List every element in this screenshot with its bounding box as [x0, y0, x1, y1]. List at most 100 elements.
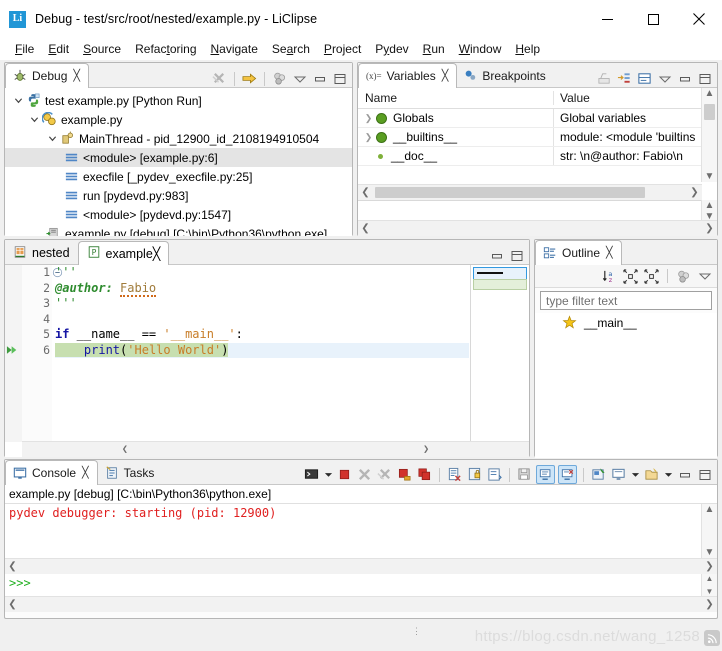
variables-row-partial[interactable]: [358, 166, 702, 185]
scroll-up-icon[interactable]: ▲: [702, 504, 717, 515]
maximize-icon[interactable]: [331, 70, 348, 87]
remove-all-launches-icon[interactable]: [376, 466, 393, 483]
console-input[interactable]: >>>: [5, 574, 702, 596]
maximize-icon[interactable]: [696, 466, 713, 483]
sort-alphabetical-icon[interactable]: a z: [601, 268, 618, 285]
show-detail-pane-icon[interactable]: [636, 70, 653, 87]
detail-vscrollbar[interactable]: ▲ ▼: [701, 200, 717, 222]
show-console-on-output-icon[interactable]: [536, 465, 555, 484]
close-icon[interactable]: ╳: [82, 467, 89, 479]
menu-source[interactable]: Source: [76, 40, 128, 58]
chevron-down-icon[interactable]: [45, 134, 59, 143]
display-selected-console-icon[interactable]: [610, 466, 627, 483]
minimize-icon[interactable]: [311, 70, 328, 87]
scroll-thumb[interactable]: [704, 104, 715, 120]
menu-pydev[interactable]: Pydev: [368, 40, 415, 58]
variables-row[interactable]: __doc__ str: \n@author: Fabio\n: [358, 147, 702, 166]
terminal-icon[interactable]: [303, 466, 320, 483]
tree-row[interactable]: <module> [pydevd.py:1547]: [5, 205, 352, 224]
terminal-dropdown-icon[interactable]: [323, 466, 333, 483]
scroll-up-icon[interactable]: ▲: [702, 574, 717, 583]
close-button[interactable]: [676, 0, 722, 38]
hide-fields-icon[interactable]: [675, 268, 692, 285]
code-text[interactable]: ''' @author: Fabio ''' if __name__ == '_…: [55, 265, 469, 442]
expand-all-icon[interactable]: [643, 268, 660, 285]
menu-edit[interactable]: Edit: [41, 40, 76, 58]
tree-row[interactable]: test example.py [Python Run]: [5, 91, 352, 110]
tree-row-selected[interactable]: <module> [example.py:6]: [5, 148, 352, 167]
console-output[interactable]: pydev debugger: starting (pid: 12900): [5, 504, 702, 558]
debug-stack-tree[interactable]: test example.py [Python Run] example.py: [5, 88, 352, 236]
word-wrap-icon[interactable]: [486, 466, 503, 483]
variables-vscrollbar[interactable]: ▲ ▼: [701, 88, 717, 182]
menu-navigate[interactable]: Navigate: [204, 40, 265, 58]
editor-hscrollbar[interactable]: ❮ ❯: [22, 441, 529, 457]
terminate-and-remove-icon[interactable]: [396, 466, 413, 483]
menu-help[interactable]: Help: [508, 40, 547, 58]
overview-ruler[interactable]: [470, 265, 529, 442]
tree-row[interactable]: example.py: [5, 110, 352, 129]
chevron-right-icon[interactable]: ❯: [361, 113, 376, 124]
code-editor[interactable]: 1 2 3 4 5 6 ''' @author: Fabio ''' if __…: [5, 265, 529, 457]
scroll-down-icon[interactable]: ▼: [702, 171, 717, 182]
outline-filter-input[interactable]: type filter text: [540, 291, 712, 310]
chevron-down-icon[interactable]: [11, 96, 25, 105]
scroll-right-icon[interactable]: ❯: [702, 223, 717, 234]
menu-window[interactable]: Window: [452, 40, 509, 58]
tab-example[interactable]: P example ╳: [77, 241, 170, 265]
terminate-icon[interactable]: [336, 466, 353, 483]
collapse-all-icon[interactable]: [622, 268, 639, 285]
console-output-hscrollbar[interactable]: ❮ ❯: [5, 558, 717, 574]
scroll-down-icon[interactable]: ▼: [702, 547, 717, 558]
variables-hscrollbar[interactable]: ❮ ❯: [358, 184, 702, 200]
variables-row[interactable]: ❯ __builtins__ module: <module 'builtins: [358, 128, 702, 147]
scroll-up-icon[interactable]: ▲: [702, 88, 717, 99]
scroll-left-icon[interactable]: ❮: [5, 599, 20, 610]
tab-outline[interactable]: Outline ╳: [535, 240, 622, 265]
terminate-all-icon[interactable]: [416, 466, 433, 483]
display-selected-console-dropdown-icon[interactable]: [630, 466, 640, 483]
collapse-all-icon[interactable]: [616, 70, 633, 87]
menu-search[interactable]: Search: [265, 40, 317, 58]
console-input-hscrollbar[interactable]: ❮ ❯: [5, 596, 717, 612]
scroll-thumb[interactable]: [375, 187, 645, 198]
view-menu-icon[interactable]: [291, 70, 308, 87]
scroll-down-icon[interactable]: ▼: [702, 587, 717, 596]
menu-refactoring[interactable]: Refactoring: [128, 40, 203, 58]
outline-item-main[interactable]: __main__: [535, 313, 717, 332]
scroll-lock-icon[interactable]: [466, 466, 483, 483]
maximize-button[interactable]: [630, 0, 676, 38]
resume-icon[interactable]: [241, 70, 258, 87]
variables-row[interactable]: ❯ Globals Global variables: [358, 109, 702, 128]
outline-tree[interactable]: __main__: [535, 313, 717, 458]
remove-all-terminated-icon[interactable]: [211, 70, 228, 87]
pin-console-icon[interactable]: [590, 466, 607, 483]
close-icon[interactable]: ╳: [73, 70, 80, 82]
tab-debug[interactable]: Debug ╳: [5, 63, 89, 88]
scroll-left-icon[interactable]: ❮: [5, 561, 20, 572]
tree-row[interactable]: example.py [debug] [C:\bin\Python36\pyth…: [5, 224, 352, 236]
minimize-button[interactable]: [584, 0, 630, 38]
tab-nested[interactable]: nested: [5, 242, 78, 264]
scroll-left-icon[interactable]: ❮: [358, 187, 373, 198]
menu-project[interactable]: Project: [317, 40, 368, 58]
open-console-icon[interactable]: [643, 466, 660, 483]
scroll-up-icon[interactable]: ▲: [702, 200, 717, 211]
resize-grip[interactable]: ⋮: [412, 627, 421, 636]
scroll-right-icon[interactable]: ❯: [419, 444, 434, 455]
scroll-left-icon[interactable]: ❮: [117, 444, 132, 455]
minimize-icon[interactable]: [488, 247, 505, 264]
menu-file[interactable]: File: [8, 40, 41, 58]
detail-hscrollbar[interactable]: ❮ ❯: [358, 220, 717, 236]
chevron-down-icon[interactable]: [27, 115, 41, 124]
minimize-icon[interactable]: [676, 466, 693, 483]
tree-row[interactable]: execfile [_pydev_execfile.py:25]: [5, 167, 352, 186]
tab-tasks[interactable]: Tasks: [97, 461, 163, 484]
remove-launch-icon[interactable]: [356, 466, 373, 483]
console-input-vscrollbar[interactable]: ▲ ▼: [701, 574, 717, 596]
tab-breakpoints[interactable]: Breakpoints: [457, 64, 554, 87]
close-icon[interactable]: ╳: [442, 70, 449, 82]
tab-variables[interactable]: (x)= Variables ╳: [358, 63, 458, 88]
open-console-dropdown-icon[interactable]: [663, 466, 673, 483]
chevron-right-icon[interactable]: ❯: [361, 132, 376, 143]
